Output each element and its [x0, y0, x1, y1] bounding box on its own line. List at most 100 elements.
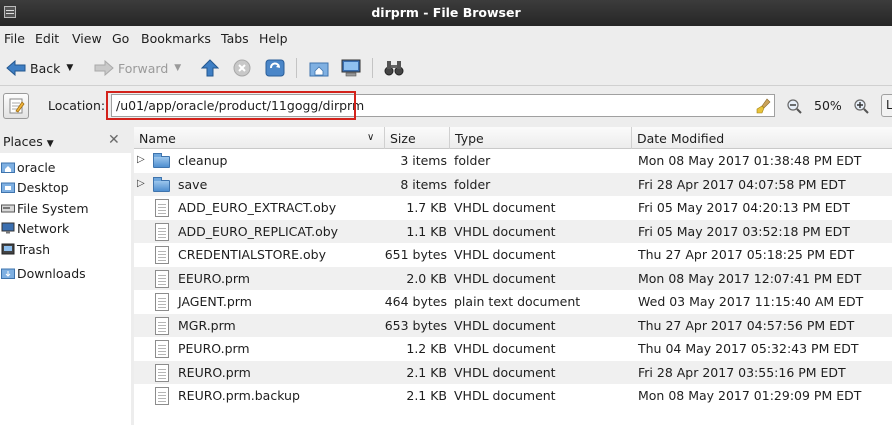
- file-name: REURO.prm.backup: [178, 388, 300, 403]
- file-name: PEURO.prm: [178, 341, 250, 356]
- file-date: Fri 05 May 2017 04:20:13 PM EDT: [638, 200, 850, 215]
- file-date: Mon 08 May 2017 01:29:09 PM EDT: [638, 388, 862, 403]
- menu-go[interactable]: Go: [112, 31, 129, 46]
- chevron-down-icon[interactable]: ▼: [174, 63, 181, 73]
- menu-view[interactable]: View: [72, 31, 102, 46]
- expander-icon[interactable]: ▷: [137, 178, 145, 189]
- menu-edit[interactable]: Edit: [35, 31, 59, 46]
- file-type: folder: [454, 176, 491, 192]
- desktop-folder-icon: [1, 181, 15, 193]
- menu-help[interactable]: Help: [259, 31, 288, 46]
- column-date-label: Date Modified: [637, 131, 725, 146]
- downloads-folder-icon: [1, 267, 15, 279]
- column-type[interactable]: Type: [450, 127, 632, 149]
- location-label: Location:: [48, 98, 106, 113]
- sidebar-item-network[interactable]: Network: [0, 218, 131, 238]
- file-name: cleanup: [178, 153, 228, 168]
- column-size-label: Size: [390, 131, 416, 146]
- sidebar-item-desktop[interactable]: Desktop: [0, 177, 131, 197]
- search-button[interactable]: [384, 58, 404, 78]
- folder-icon: [153, 152, 170, 170]
- close-sidebar-icon[interactable]: ✕: [108, 132, 120, 148]
- home-folder-icon: [1, 161, 15, 173]
- home-button[interactable]: [309, 58, 329, 78]
- table-row[interactable]: REURO.prm.backup 2.1 KB VHDL document Mon 0…: [134, 384, 892, 408]
- file-name: CREDENTIALSTORE.oby: [178, 247, 326, 262]
- computer-button[interactable]: [340, 58, 362, 78]
- file-type: VHDL document: [454, 317, 556, 333]
- zoom-level[interactable]: 50%: [814, 98, 842, 113]
- document-icon: [153, 316, 170, 335]
- table-row[interactable]: MGR.prm 653 bytes VHDL document Thu 27 Apr …: [134, 313, 892, 337]
- view-mode-button[interactable]: L: [881, 94, 892, 117]
- sidebar-item-label: File System: [17, 200, 89, 216]
- table-row[interactable]: ADD_EURO_REPLICAT.oby 1.1 KB VHDL document…: [134, 219, 892, 243]
- menu-file[interactable]: File: [4, 31, 25, 46]
- table-row[interactable]: CREDENTIALSTORE.oby 651 bytes VHDL documen…: [134, 243, 892, 267]
- reload-icon: [265, 59, 285, 77]
- table-row[interactable]: ▷ cleanup 3 items folder Mon 08 May 2017 01:…: [134, 149, 892, 173]
- sidebar-item-file-system[interactable]: File System: [0, 198, 131, 218]
- file-type: folder: [454, 153, 491, 168]
- file-name: JAGENT.prm: [178, 294, 252, 309]
- file-list: Name ∨ Size Type Date Modified ▷ cleanup 3…: [134, 127, 892, 425]
- table-row[interactable]: REURO.prm 2.1 KB VHDL document Fri 28 Apr 2…: [134, 360, 892, 384]
- column-type-label: Type: [455, 131, 484, 146]
- back-arrow-icon: [6, 60, 26, 76]
- table-row[interactable]: ▷ save 8 items folder Fri 28 Apr 2017 04:07:…: [134, 172, 892, 196]
- file-date: Thu 27 Apr 2017 04:57:56 PM EDT: [638, 317, 855, 333]
- sidebar-header: Places ▼ ✕: [0, 127, 131, 153]
- back-button[interactable]: Back ▼: [6, 58, 73, 78]
- file-date: Thu 04 May 2017 05:32:43 PM EDT: [638, 341, 859, 356]
- table-row[interactable]: JAGENT.prm 464 bytes plain text document We…: [134, 290, 892, 314]
- stop-button[interactable]: [233, 58, 251, 78]
- column-date[interactable]: Date Modified: [632, 127, 892, 149]
- column-name[interactable]: Name ∨: [134, 127, 385, 149]
- column-size[interactable]: Size: [385, 127, 450, 149]
- menu-bookmarks[interactable]: Bookmarks: [141, 31, 211, 46]
- highlight-annotation-box: [106, 91, 356, 120]
- file-type: plain text document: [454, 294, 581, 309]
- toolbar: Back ▼ Forward ▼: [0, 50, 892, 86]
- chevron-down-icon[interactable]: ▼: [66, 63, 73, 73]
- table-row[interactable]: PEURO.prm 1.2 KB VHDL document Thu 04 May 2…: [134, 337, 892, 361]
- places-dropdown[interactable]: Places ▼: [3, 134, 54, 149]
- sidebar-item-downloads[interactable]: Downloads: [0, 263, 131, 283]
- up-button[interactable]: [201, 58, 219, 78]
- menu-tabs[interactable]: Tabs: [221, 31, 249, 46]
- file-size: 464 bytes: [384, 294, 447, 309]
- document-icon: [153, 269, 170, 288]
- sidebar-item-trash[interactable]: Trash: [0, 239, 131, 259]
- document-icon: [153, 340, 170, 358]
- toggle-location-button[interactable]: [3, 93, 29, 119]
- zoom-out-icon[interactable]: [786, 98, 802, 114]
- zoom-in-icon[interactable]: [853, 98, 869, 114]
- document-icon: [153, 246, 170, 264]
- table-row[interactable]: ADD_EURO_EXTRACT.oby 1.7 KB VHDL document F…: [134, 196, 892, 220]
- sort-chevron-icon: ∨: [367, 132, 375, 143]
- file-type: VHDL document: [454, 270, 556, 286]
- file-type: VHDL document: [454, 200, 556, 215]
- places-label: Places: [3, 134, 43, 149]
- file-date: Fri 28 Apr 2017 04:07:58 PM EDT: [638, 176, 846, 192]
- table-row[interactable]: EEURO.prm 2.0 KB VHDL document Mon 08 May 2…: [134, 266, 892, 290]
- file-size: 653 bytes: [384, 317, 447, 333]
- file-name: ADD_EURO_REPLICAT.oby: [178, 223, 339, 239]
- file-type: VHDL document: [454, 247, 556, 262]
- sidebar-item-oracle[interactable]: oracle: [0, 157, 131, 177]
- reload-button[interactable]: [265, 58, 285, 78]
- expander-icon[interactable]: ▷: [137, 154, 145, 165]
- file-date: Mon 08 May 2017 12:07:41 PM EDT: [638, 270, 862, 286]
- file-type: VHDL document: [454, 341, 556, 356]
- file-size: 1.2 KB: [406, 341, 447, 356]
- drive-icon: [1, 202, 15, 214]
- document-icon: [153, 199, 170, 217]
- places-sidebar: Places ▼ ✕ oracle Desktop File System Ne…: [0, 127, 131, 425]
- folder-icon: [153, 176, 170, 194]
- forward-button[interactable]: Forward ▼: [94, 58, 181, 78]
- file-size: 8 items: [400, 176, 447, 192]
- file-name: REURO.prm: [178, 364, 251, 380]
- binoculars-icon: [384, 61, 404, 76]
- document-icon: [153, 293, 170, 311]
- clear-broom-icon[interactable]: [756, 98, 772, 114]
